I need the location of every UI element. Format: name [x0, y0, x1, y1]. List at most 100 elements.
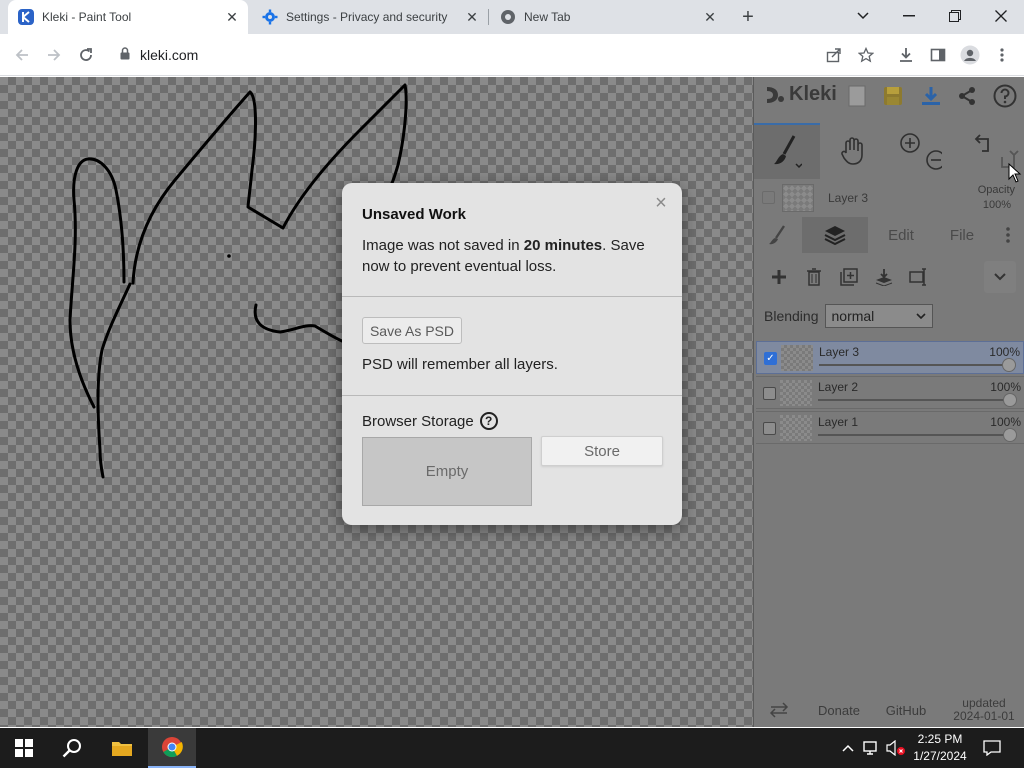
lock-icon[interactable] [120, 47, 130, 63]
tab-title: New Tab [524, 10, 571, 24]
close-dialog-icon[interactable]: × [652, 192, 670, 214]
chevron-down-icon [915, 313, 926, 319]
layer-item-2[interactable]: Layer 2 100% [756, 376, 1024, 409]
updated-date: 2024-01-01 [953, 709, 1015, 723]
undo-icon [974, 134, 989, 152]
kebab-menu-icon[interactable] [988, 41, 1016, 69]
layer-item-1[interactable]: Layer 1 100% [756, 411, 1024, 444]
chrome-taskbar-icon[interactable] [148, 728, 196, 768]
new-image-icon[interactable] [844, 83, 870, 109]
opacity-value: 100% [982, 199, 1011, 211]
tab-edit[interactable]: Edit [868, 217, 934, 253]
chrome-icon [500, 9, 516, 25]
tab-kleki[interactable]: Kleki - Paint Tool ✕ [8, 0, 248, 34]
tab-file[interactable]: File [934, 217, 990, 253]
divider [342, 296, 682, 297]
restore-icon[interactable] [932, 0, 978, 32]
close-tab-icon[interactable]: ✕ [222, 7, 242, 27]
add-layer-icon[interactable] [764, 261, 794, 293]
forward-arrow-icon[interactable] [40, 41, 68, 69]
kleki-logo-text: Kleki [789, 83, 837, 105]
back-arrow-icon[interactable] [8, 41, 36, 69]
tool-bar [754, 123, 1024, 179]
zoom-tools [894, 123, 944, 179]
profile-avatar-icon[interactable] [956, 41, 984, 69]
zoom-out-icon [926, 150, 942, 170]
windows-start-icon[interactable] [0, 728, 48, 768]
volume-muted-icon[interactable] [886, 738, 906, 758]
hand-tool-button[interactable] [820, 123, 886, 179]
brush-tool-button[interactable] [754, 123, 820, 179]
layer-visibility-checkbox[interactable] [763, 422, 776, 435]
share-nodes-icon[interactable] [954, 83, 980, 109]
dialog-title: Unsaved Work [362, 206, 466, 223]
save-floppy-icon[interactable] [880, 83, 906, 109]
tab-brush-settings[interactable] [754, 217, 802, 253]
layer-opacity-slider[interactable] [818, 428, 1017, 442]
new-tab-plus-icon[interactable]: + [736, 5, 760, 29]
brush-icon [774, 135, 802, 169]
current-layer-name: Layer 3 [828, 191, 869, 205]
file-explorer-icon[interactable] [98, 728, 146, 768]
slider-knob[interactable] [1003, 428, 1017, 442]
layer-opacity-slider[interactable] [818, 393, 1017, 407]
tab-new-tab[interactable]: New Tab ✕ [490, 0, 726, 34]
mouse-cursor-icon [1008, 163, 1022, 183]
side-panel-icon[interactable] [924, 41, 952, 69]
layers-icon [824, 226, 846, 246]
kleki-logo-icon [767, 86, 784, 103]
psd-note: PSD will remember all layers. [362, 356, 558, 373]
layer-opacity-slider[interactable] [819, 358, 1016, 372]
store-button[interactable]: Store [541, 436, 663, 466]
save-as-psd-button[interactable]: Save As PSD [362, 317, 462, 344]
help-question-icon[interactable]: ? [479, 412, 498, 430]
layer-visibility-checkbox[interactable] [763, 387, 776, 400]
blending-select[interactable]: normal [824, 304, 933, 328]
rename-layer-icon[interactable] [904, 261, 934, 293]
layer-visibility-check[interactable] [762, 191, 775, 204]
divider [342, 395, 682, 396]
tray-chevron-up-icon[interactable] [838, 738, 858, 758]
more-vertical-icon[interactable] [990, 217, 1024, 253]
address-bar[interactable]: kleki.com [106, 40, 856, 70]
message-prefix: Image was not saved in [362, 237, 524, 254]
notifications-icon[interactable] [982, 738, 1002, 758]
download-image-icon[interactable] [918, 83, 944, 109]
clock-time: 2:25 PM [917, 732, 963, 746]
expand-chevron-icon[interactable] [984, 261, 1016, 293]
kleki-logo[interactable]: Kleki [764, 83, 837, 106]
slider-knob[interactable] [1002, 358, 1016, 372]
close-window-icon[interactable] [978, 0, 1024, 32]
layer-opacity: 100% [989, 345, 1020, 359]
minimize-icon[interactable] [886, 0, 932, 32]
slider-knob[interactable] [1003, 393, 1017, 407]
reload-icon[interactable] [72, 41, 100, 69]
swap-sides-icon[interactable] [754, 693, 804, 727]
blending-row: Blending normal [764, 303, 933, 329]
url-text: kleki.com [140, 47, 199, 63]
search-icon[interactable] [48, 728, 96, 768]
tab-search-chevron-icon[interactable] [840, 0, 886, 32]
merge-layer-down-icon[interactable] [869, 261, 899, 293]
close-tab-icon[interactable]: ✕ [462, 7, 482, 27]
layer-visibility-checkbox[interactable]: ✓ [764, 352, 777, 365]
network-icon[interactable] [862, 738, 882, 758]
duplicate-layer-icon[interactable] [834, 261, 864, 293]
donate-link[interactable]: Donate [809, 693, 869, 727]
github-link[interactable]: GitHub [876, 693, 936, 727]
download-icon[interactable] [892, 41, 920, 69]
layer-name: Layer 1 [818, 415, 859, 429]
tab-layers[interactable] [802, 217, 868, 253]
layer-opacity: 100% [990, 380, 1021, 394]
bookmark-star-icon[interactable] [852, 41, 880, 69]
panel-footer: Donate GitHub updated 2024-01-01 [754, 693, 1024, 727]
system-clock[interactable]: 2:25 PM 1/27/2024 [908, 731, 972, 765]
clock-date: 1/27/2024 [913, 749, 967, 763]
layer-item-3[interactable]: ✓ Layer 3 100% [756, 341, 1024, 374]
share-icon[interactable] [820, 41, 848, 69]
layer-opacity: 100% [990, 415, 1021, 429]
close-tab-icon[interactable]: ✕ [700, 7, 720, 27]
delete-layer-trash-icon[interactable] [799, 261, 829, 293]
tab-settings[interactable]: Settings - Privacy and security ✕ [252, 0, 488, 34]
help-icon[interactable] [992, 83, 1018, 109]
